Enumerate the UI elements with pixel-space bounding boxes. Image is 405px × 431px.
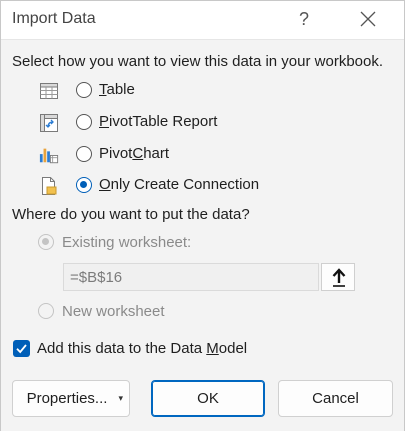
properties-label: Properties...	[26, 390, 108, 407]
checkmark-icon	[16, 344, 27, 354]
close-icon	[360, 11, 376, 27]
put-prompt: Where do you want to put the data?	[12, 206, 250, 223]
table-radio[interactable]	[76, 82, 92, 98]
new-worksheet-radio[interactable]	[38, 303, 54, 319]
pivotchart-radio[interactable]	[76, 146, 92, 162]
table-icon	[40, 83, 58, 99]
connection-icon	[42, 177, 57, 195]
data-model-label: Add this data to the Data Model	[37, 340, 248, 357]
data-model-checkbox[interactable]	[13, 340, 30, 357]
dialog-title: Import Data	[12, 10, 96, 27]
cancel-button[interactable]: Cancel	[278, 380, 393, 417]
only-create-connection-label: Only Create Connection	[99, 176, 260, 193]
table-label: Table	[99, 81, 135, 98]
properties-button[interactable]: Properties... ▾	[12, 380, 130, 417]
pivotchart-label: PivotChart	[99, 145, 170, 162]
pivotchart-icon	[39, 148, 59, 164]
ok-button[interactable]: OK	[151, 380, 265, 417]
collapse-dialog-button[interactable]	[321, 263, 355, 291]
reference-input[interactable]: =$B$16	[63, 263, 319, 291]
import-data-dialog: Import Data ? Select how you want to vie…	[0, 0, 405, 431]
pivottable-label: PivotTable Report	[99, 113, 218, 130]
existing-worksheet-radio[interactable]	[38, 234, 54, 250]
chevron-down-icon: ▾	[118, 393, 123, 403]
help-button[interactable]: ?	[292, 6, 316, 32]
title-bar: Import Data ?	[1, 1, 404, 39]
only-create-connection-radio[interactable]	[76, 177, 92, 193]
dialog-body: Select how you want to view this data in…	[1, 39, 404, 431]
existing-worksheet-label: Existing worksheet:	[62, 234, 192, 251]
pivottable-radio[interactable]	[76, 114, 92, 130]
close-button[interactable]	[353, 5, 383, 33]
arrow-up-icon	[332, 268, 346, 287]
pivottable-icon	[40, 114, 58, 132]
new-worksheet-label: New worksheet	[62, 303, 165, 320]
view-prompt: Select how you want to view this data in…	[12, 53, 384, 70]
